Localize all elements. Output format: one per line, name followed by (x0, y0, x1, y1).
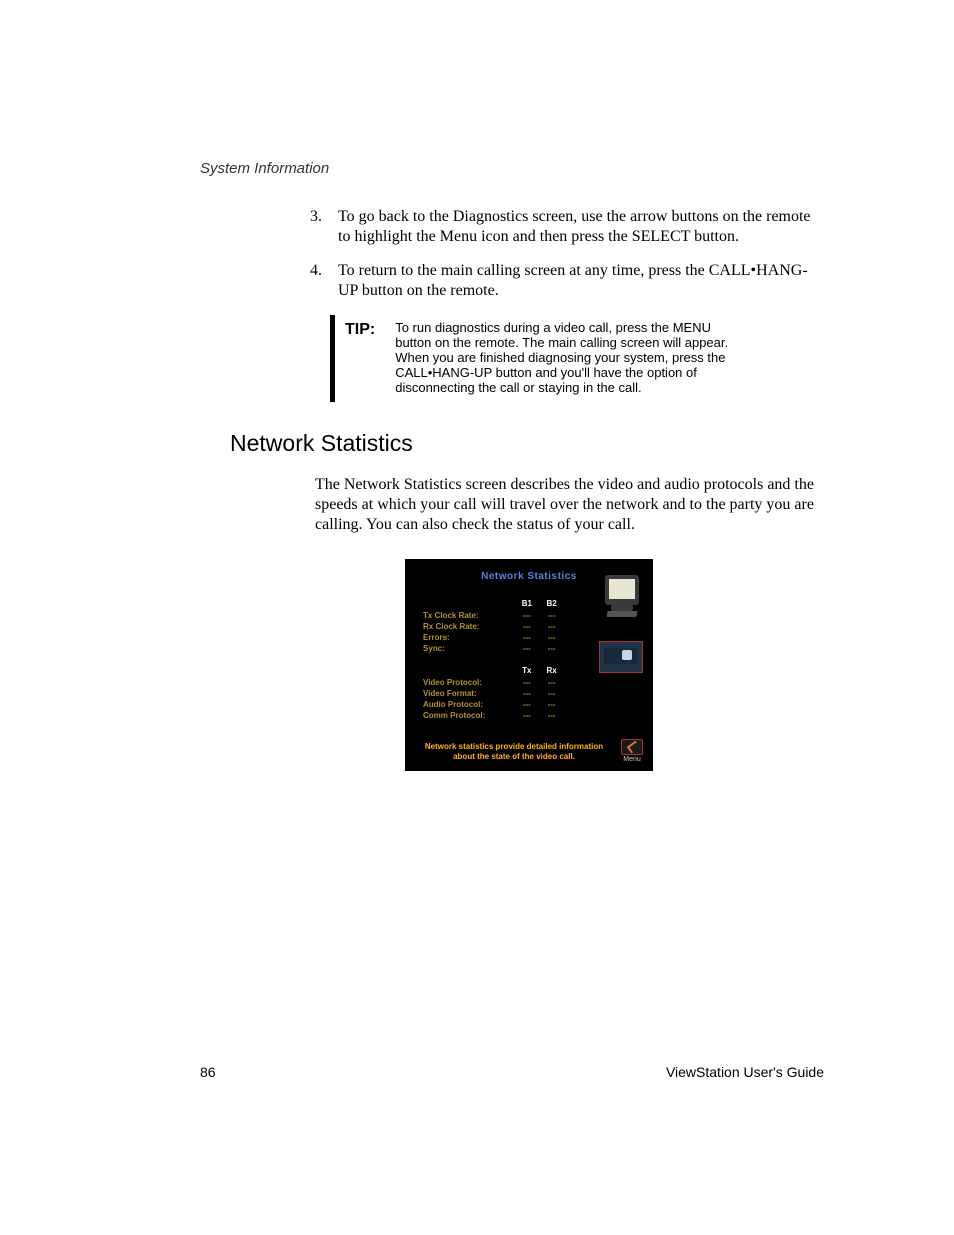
row-label: Tx Clock Rate: (419, 610, 514, 621)
cell-value: --- (539, 621, 564, 632)
menu-label: Menu (621, 756, 643, 763)
table-row: Audio Protocol:------ (419, 699, 564, 710)
row-label: Errors: (419, 632, 514, 643)
table-row: Sync:------ (419, 643, 564, 654)
cell-value: --- (539, 710, 564, 721)
page-number: 86 (200, 1064, 216, 1080)
list-number: 4. (310, 261, 338, 301)
row-label: Video Format: (419, 688, 514, 699)
row-label: Audio Protocol: (419, 699, 514, 710)
numbered-list: 3. To go back to the Diagnostics screen,… (310, 207, 824, 301)
cell-value: --- (539, 688, 564, 699)
list-item: 3. To go back to the Diagnostics screen,… (310, 207, 824, 247)
cell-value: --- (514, 643, 539, 654)
list-text: To return to the main calling screen at … (338, 261, 824, 301)
row-label: Sync: (419, 643, 514, 654)
document-title: ViewStation User's Guide (666, 1064, 824, 1080)
tip-text: To run diagnostics during a video call, … (395, 321, 745, 396)
cell-value: --- (514, 710, 539, 721)
row-label: Rx Clock Rate: (419, 621, 514, 632)
list-item: 4. To return to the main calling screen … (310, 261, 824, 301)
document-page: System Information 3. To go back to the … (0, 0, 954, 1235)
video-preview-icon (599, 641, 643, 673)
section-breadcrumb: System Information (200, 160, 824, 177)
tip-label: TIP: (345, 321, 375, 396)
section-heading: Network Statistics (230, 430, 824, 457)
col-header: B2 (539, 597, 564, 610)
caption-line: about the state of the video call. (419, 752, 609, 761)
row-label: Video Protocol: (419, 677, 514, 688)
list-text: To go back to the Diagnostics screen, us… (338, 207, 824, 247)
cell-value: --- (514, 677, 539, 688)
col-header: Tx (514, 664, 539, 677)
list-number: 3. (310, 207, 338, 247)
stats-table: B1 B2 Tx Clock Rate:------ Rx Clock Rate… (419, 597, 564, 721)
cell-value: --- (539, 643, 564, 654)
col-header: Rx (539, 664, 564, 677)
cell-value: --- (514, 632, 539, 643)
screenshot-caption: Network statistics provide detailed info… (419, 742, 609, 760)
cell-value: --- (539, 610, 564, 621)
cell-value: --- (514, 688, 539, 699)
cell-value: --- (514, 699, 539, 710)
cell-value: --- (539, 632, 564, 643)
back-arrow-icon (621, 739, 643, 755)
table-row: Tx Clock Rate:------ (419, 610, 564, 621)
menu-button[interactable]: Menu (621, 739, 643, 763)
tip-callout: TIP: To run diagnostics during a video c… (330, 315, 751, 402)
table-row: Errors:------ (419, 632, 564, 643)
page-footer: 86 ViewStation User's Guide (200, 1064, 824, 1080)
cell-value: --- (539, 677, 564, 688)
table-row: Rx Clock Rate:------ (419, 621, 564, 632)
body-paragraph: The Network Statistics screen describes … (315, 475, 824, 535)
cell-value: --- (514, 610, 539, 621)
computer-icon (601, 575, 643, 619)
caption-line: Network statistics provide detailed info… (419, 742, 609, 751)
table-row: Comm Protocol:------ (419, 710, 564, 721)
table-row: Video Protocol:------ (419, 677, 564, 688)
network-statistics-screenshot: Network Statistics B1 B2 Tx Clock Rate:-… (405, 559, 653, 771)
cell-value: --- (539, 699, 564, 710)
row-label: Comm Protocol: (419, 710, 514, 721)
table-row: Video Format:------ (419, 688, 564, 699)
col-header: B1 (514, 597, 539, 610)
cell-value: --- (514, 621, 539, 632)
